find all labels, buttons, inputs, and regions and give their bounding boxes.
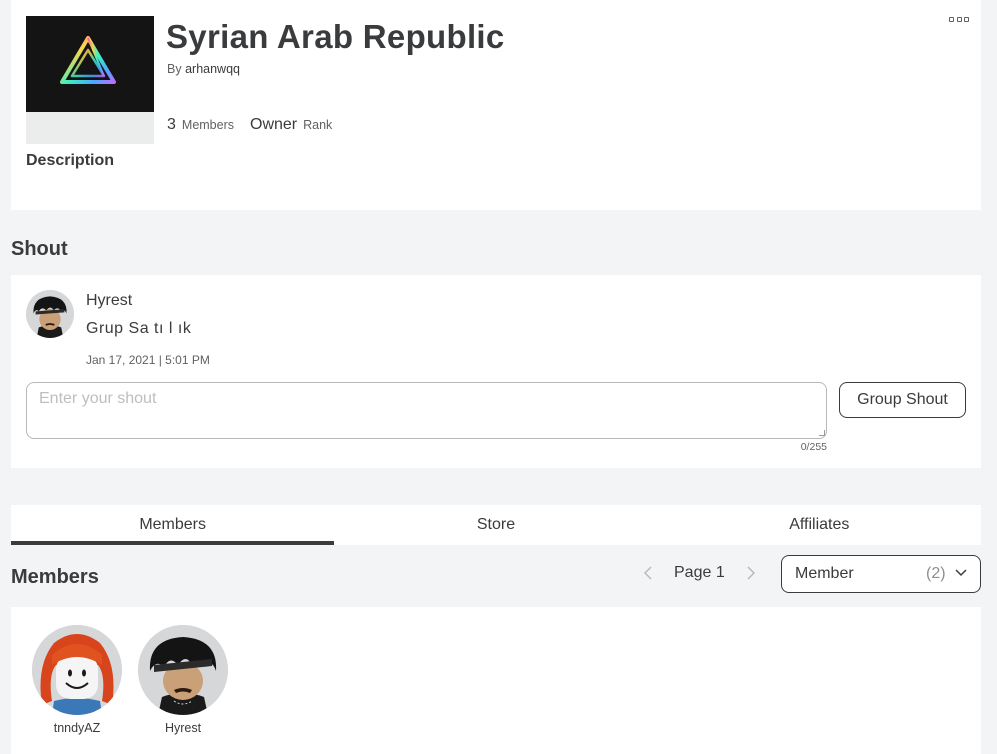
owner-link[interactable]: arhanwqq <box>185 62 240 76</box>
pager: Page 1 <box>638 562 761 584</box>
member-count: 3 <box>167 116 176 133</box>
avatar-orange-hair-icon <box>32 625 122 715</box>
group-stats: 3 Members Owner Rank <box>167 116 332 134</box>
shout-poster-avatar[interactable] <box>26 290 74 338</box>
role-select-label: Member <box>795 565 854 582</box>
group-header-card: Syrian Arab Republic By arhanwqq 3 Membe… <box>11 0 981 210</box>
description-heading: Description <box>26 152 115 169</box>
shout-input[interactable] <box>26 382 827 439</box>
member-avatar[interactable] <box>32 625 122 715</box>
shout-heading: Shout <box>11 238 68 260</box>
role-select-count: (2) <box>926 565 946 582</box>
chevron-down-icon <box>955 569 967 577</box>
members-heading: Members <box>11 566 99 588</box>
chevron-right-icon[interactable] <box>741 562 761 584</box>
rank-label: Rank <box>303 118 333 132</box>
group-shout-button[interactable]: Group Shout <box>839 382 966 418</box>
more-options-icon[interactable] <box>949 14 969 24</box>
member-item[interactable]: tnndyAZ <box>27 625 127 735</box>
chevron-left-icon[interactable] <box>638 562 658 584</box>
avatar-black-hair-icon <box>138 625 228 715</box>
group-logo-icon <box>60 36 116 84</box>
member-avatar[interactable] <box>138 625 228 715</box>
group-name: Syrian Arab Republic <box>166 18 505 55</box>
group-emblem <box>26 16 154 144</box>
resize-handle-icon[interactable] <box>819 430 825 436</box>
tab-store[interactable]: Store <box>334 505 657 545</box>
shout-card: Hyrest Grup Sa tı l ık Jan 17, 2021 | 5:… <box>11 275 981 468</box>
member-count-label: Members <box>181 118 234 132</box>
page-label: Page 1 <box>674 564 725 581</box>
shout-date: Jan 17, 2021 | 5:01 PM <box>86 353 210 367</box>
rank-value: Owner <box>250 116 298 133</box>
by-prefix: By <box>167 62 182 76</box>
member-item[interactable]: Hyrest <box>133 625 233 735</box>
tab-members[interactable]: Members <box>11 505 335 545</box>
avatar-black-hair-icon <box>26 290 74 338</box>
role-select[interactable]: Member (2) <box>781 555 981 593</box>
tab-affiliates[interactable]: Affiliates <box>658 505 981 545</box>
members-card: tnndyAZ Hyrest <box>11 607 981 754</box>
group-tabs: Members Store Affiliates <box>11 505 981 545</box>
group-owner-line: By arhanwqq <box>167 62 240 76</box>
shout-poster-name[interactable]: Hyrest <box>86 292 132 310</box>
member-name[interactable]: Hyrest <box>133 721 233 735</box>
member-name[interactable]: tnndyAZ <box>27 721 127 735</box>
shout-message: Grup Sa tı l ık <box>86 320 192 337</box>
shout-char-counter: 0/255 <box>800 441 827 453</box>
